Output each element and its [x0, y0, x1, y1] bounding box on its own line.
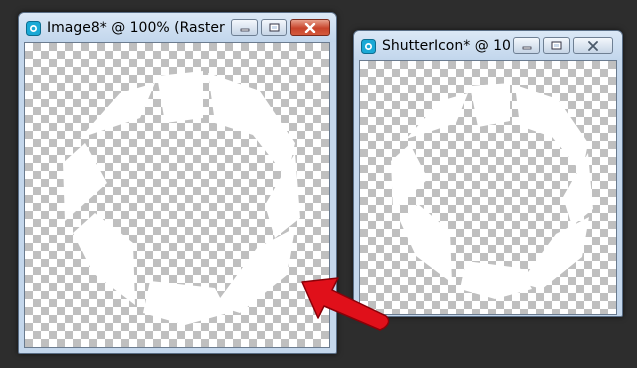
shutter-artwork [63, 71, 300, 325]
app-icon [361, 39, 376, 54]
shutter-artwork [391, 83, 593, 299]
minimize-icon [522, 46, 531, 49]
close-button[interactable] [573, 37, 613, 54]
minimize-button[interactable] [231, 19, 258, 36]
red-arrow-icon [301, 277, 390, 331]
shuttericon-canvas[interactable] [359, 60, 617, 315]
maximize-button[interactable] [261, 19, 287, 36]
image-window[interactable]: Image8* @ 100% (Raster ... [18, 12, 337, 354]
image-window-title: Image8* @ 100% (Raster ... [47, 20, 229, 36]
minimize-icon [240, 28, 249, 31]
shuttericon-window-title: ShutterIcon* @ 10... [382, 38, 510, 54]
image-canvas[interactable] [24, 42, 330, 348]
minimize-button[interactable] [513, 37, 540, 54]
close-icon [304, 22, 316, 33]
app-icon [26, 21, 41, 36]
maximize-icon [551, 41, 562, 50]
close-button[interactable] [290, 19, 330, 36]
maximize-icon [269, 23, 279, 32]
close-icon [588, 40, 598, 51]
shuttericon-window-titlebar[interactable]: ShutterIcon* @ 10... [354, 31, 622, 60]
image-window-titlebar[interactable]: Image8* @ 100% (Raster ... [19, 13, 336, 42]
maximize-button[interactable] [543, 37, 570, 54]
